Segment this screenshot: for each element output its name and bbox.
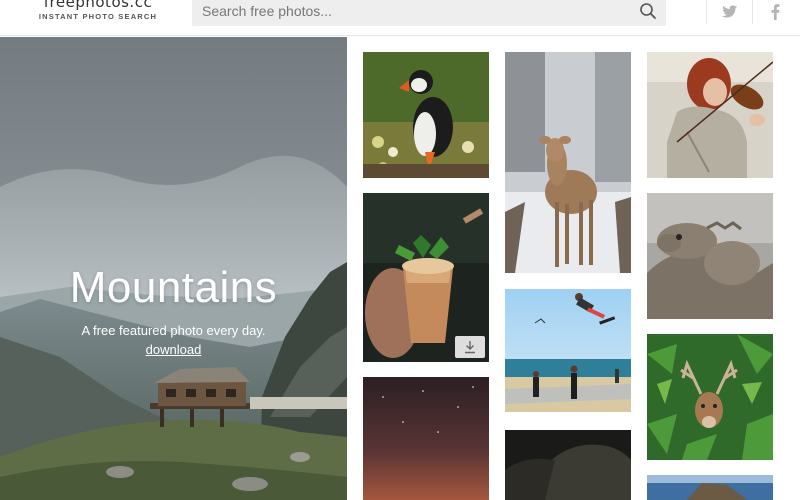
twitter-icon[interactable] <box>706 0 752 24</box>
search-bar <box>192 0 666 26</box>
facebook-icon[interactable] <box>752 0 798 24</box>
photo-tile-puffin[interactable] <box>363 52 489 178</box>
photo-tile-coast[interactable] <box>647 475 773 500</box>
photo-tile-iguana[interactable] <box>647 193 773 319</box>
photo-tile-night-sky[interactable] <box>363 377 489 500</box>
logo-name: freephotos.cc <box>43 0 153 11</box>
hero-download-link[interactable]: download <box>146 342 202 357</box>
photo-tile-deer-in-ferns[interactable] <box>647 334 773 460</box>
photo-tile-violinist[interactable] <box>647 52 773 178</box>
logo[interactable]: freephotos.cc INSTANT PHOTO SEARCH <box>38 0 158 22</box>
search-icon[interactable] <box>638 1 658 21</box>
photo-grid <box>347 37 800 500</box>
photo-tile-deer-in-snow[interactable] <box>505 52 631 273</box>
search-input[interactable] <box>202 0 632 26</box>
photo-tile-cave[interactable] <box>505 430 631 500</box>
hero-subtitle: A free featured photo every day. <box>81 323 266 338</box>
top-bar: freephotos.cc INSTANT PHOTO SEARCH <box>0 0 800 36</box>
hero-title: Mountains <box>69 263 278 312</box>
hero-featured-photo[interactable]: Mountains A free featured photo every da… <box>0 37 347 500</box>
download-icon[interactable] <box>455 336 485 358</box>
photo-tile-skateboarder-beach[interactable] <box>505 289 631 412</box>
photo-tile-cocktail[interactable] <box>363 193 489 362</box>
logo-tagline: INSTANT PHOTO SEARCH <box>38 12 158 21</box>
